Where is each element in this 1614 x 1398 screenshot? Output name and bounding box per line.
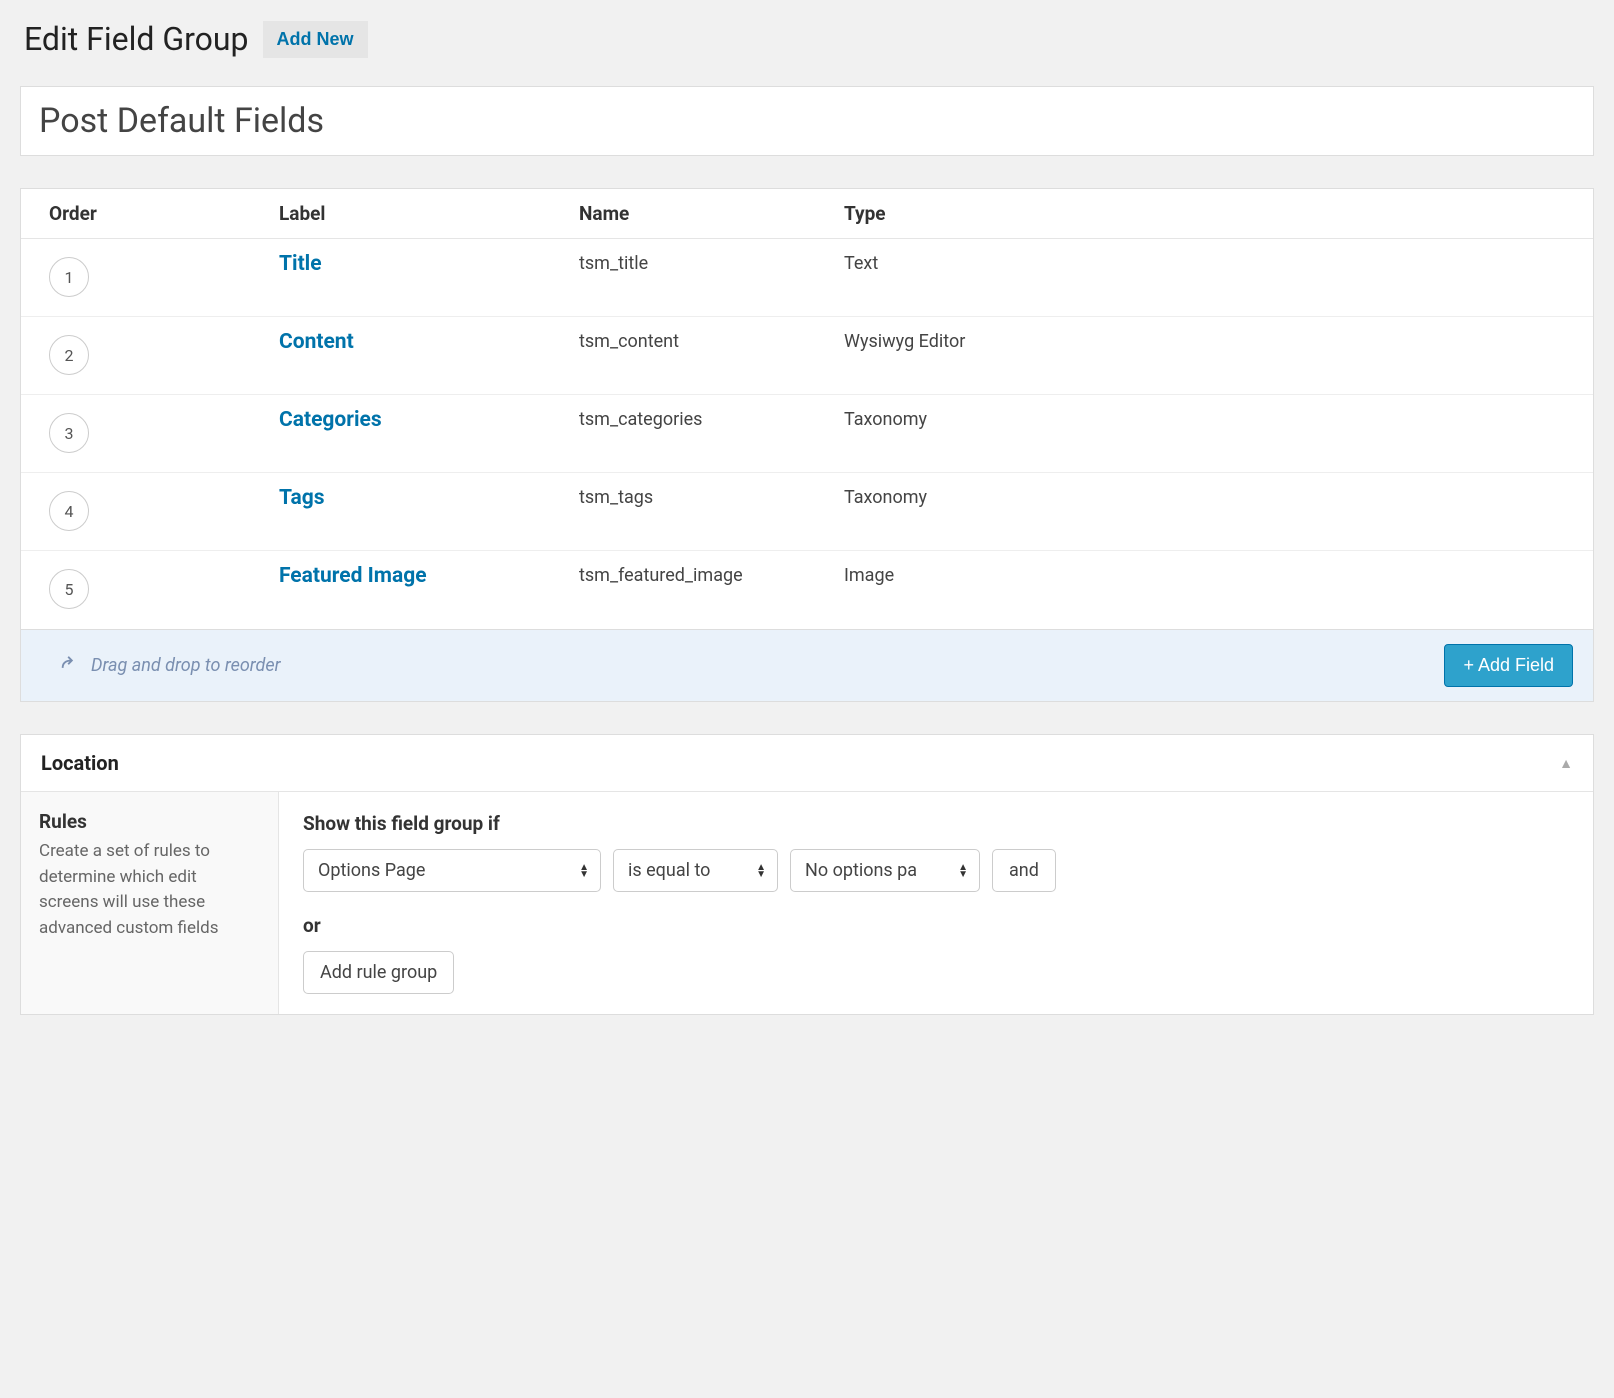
- field-group-title: Post Default Fields: [39, 101, 1575, 141]
- field-type: Taxonomy: [844, 405, 1583, 430]
- order-badge[interactable]: 4: [49, 491, 89, 531]
- fields-table: Order Label Name Type 1 Title tsm_title …: [20, 188, 1594, 702]
- page-header: Edit Field Group Add New: [20, 20, 1594, 58]
- field-name: tsm_title: [579, 249, 844, 274]
- col-header-name: Name: [579, 202, 844, 225]
- field-group-title-box[interactable]: Post Default Fields: [20, 86, 1594, 156]
- field-name: tsm_content: [579, 327, 844, 352]
- table-row[interactable]: 4 Tags tsm_tags Taxonomy: [21, 473, 1593, 551]
- location-metabox: Location ▲ Rules Create a set of rules t…: [20, 734, 1594, 1015]
- add-field-button[interactable]: + Add Field: [1444, 644, 1573, 687]
- field-label-link[interactable]: Content: [279, 327, 354, 354]
- page-title: Edit Field Group: [24, 20, 249, 58]
- table-header-row: Order Label Name Type: [21, 189, 1593, 239]
- field-label-link[interactable]: Featured Image: [279, 561, 427, 588]
- or-label: or: [303, 914, 1569, 937]
- field-name: tsm_categories: [579, 405, 844, 430]
- table-row[interactable]: 5 Featured Image tsm_featured_image Imag…: [21, 551, 1593, 629]
- table-row[interactable]: 2 Content tsm_content Wysiwyg Editor: [21, 317, 1593, 395]
- rules-heading: Rules: [39, 810, 260, 833]
- col-header-order: Order: [49, 202, 279, 225]
- location-body: Rules Create a set of rules to determine…: [21, 792, 1593, 1014]
- table-row[interactable]: 1 Title tsm_title Text: [21, 239, 1593, 317]
- field-type: Taxonomy: [844, 483, 1583, 508]
- order-badge[interactable]: 5: [49, 569, 89, 609]
- collapse-triangle-icon[interactable]: ▲: [1559, 755, 1573, 772]
- order-badge[interactable]: 2: [49, 335, 89, 375]
- rule-operator-select[interactable]: is equal to: [613, 849, 778, 892]
- show-if-label: Show this field group if: [303, 812, 1569, 835]
- fields-footer: Drag and drop to reorder + Add Field: [21, 629, 1593, 701]
- field-type: Image: [844, 561, 1583, 586]
- and-button[interactable]: and: [992, 849, 1056, 892]
- field-name: tsm_featured_image: [579, 561, 844, 586]
- rule-param-select[interactable]: Options Page: [303, 849, 601, 892]
- add-new-button[interactable]: Add New: [263, 21, 368, 58]
- field-type: Wysiwyg Editor: [844, 327, 1583, 352]
- table-row[interactable]: 3 Categories tsm_categories Taxonomy: [21, 395, 1593, 473]
- rule-row: Options Page ▲▼ is equal to ▲▼ No option…: [303, 849, 1569, 892]
- location-sidebar: Rules Create a set of rules to determine…: [21, 792, 279, 1014]
- rules-description: Create a set of rules to determine which…: [39, 839, 260, 941]
- order-badge[interactable]: 3: [49, 413, 89, 453]
- location-header[interactable]: Location ▲: [21, 735, 1593, 792]
- location-title: Location: [41, 751, 119, 775]
- field-type: Text: [844, 249, 1583, 274]
- field-name: tsm_tags: [579, 483, 844, 508]
- field-label-link[interactable]: Title: [279, 249, 322, 276]
- col-header-type: Type: [844, 202, 1583, 225]
- field-label-link[interactable]: Categories: [279, 405, 382, 432]
- reorder-arrow-icon: [59, 655, 81, 677]
- col-header-label: Label: [279, 202, 579, 225]
- add-rule-group-button[interactable]: Add rule group: [303, 951, 454, 994]
- drag-hint-text: Drag and drop to reorder: [91, 655, 281, 676]
- order-badge[interactable]: 1: [49, 257, 89, 297]
- location-main: Show this field group if Options Page ▲▼…: [279, 792, 1593, 1014]
- drag-hint: Drag and drop to reorder: [59, 655, 281, 677]
- rule-value-select[interactable]: No options pa: [790, 849, 980, 892]
- field-label-link[interactable]: Tags: [279, 483, 325, 510]
